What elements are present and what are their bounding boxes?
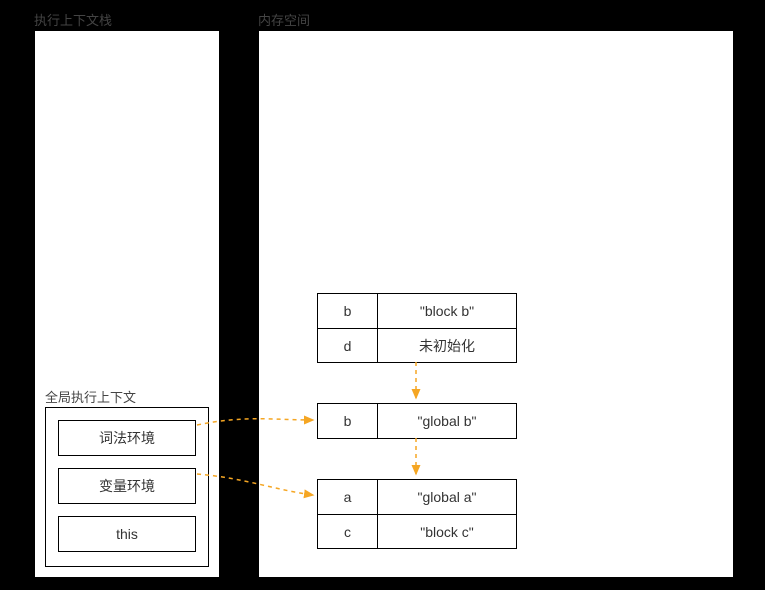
cell-value: "global a" bbox=[378, 480, 516, 514]
cell-key: c bbox=[318, 515, 378, 548]
variable-env-table: a"global a"c"block c" bbox=[317, 479, 517, 549]
lexical-env-slot: 词法环境 bbox=[58, 420, 196, 456]
table-row: b"global b" bbox=[318, 404, 516, 438]
cell-key: a bbox=[318, 480, 378, 514]
cell-value: "block b" bbox=[378, 294, 516, 328]
table-row: d未初始化 bbox=[318, 328, 516, 362]
cell-key: d bbox=[318, 329, 378, 362]
diagram-canvas: 执行上下文栈 全局执行上下文 词法环境 变量环境 this 内存空间 b"blo… bbox=[0, 0, 765, 590]
cell-key: b bbox=[318, 404, 378, 438]
stack-title: 执行上下文栈 bbox=[34, 10, 112, 29]
memory-title: 内存空间 bbox=[258, 10, 310, 29]
global-context-label: 全局执行上下文 bbox=[45, 387, 136, 406]
variable-env-slot: 变量环境 bbox=[58, 468, 196, 504]
block-scope-table: b"block b"d未初始化 bbox=[317, 293, 517, 363]
table-row: c"block c" bbox=[318, 514, 516, 548]
cell-value: "block c" bbox=[378, 515, 516, 548]
table-row: a"global a" bbox=[318, 480, 516, 514]
global-context-box: 词法环境 变量环境 this bbox=[45, 407, 209, 567]
cell-key: b bbox=[318, 294, 378, 328]
cell-value: "global b" bbox=[378, 404, 516, 438]
memory-panel: b"block b"d未初始化 b"global b" a"global a"c… bbox=[258, 30, 734, 578]
table-row: b"block b" bbox=[318, 294, 516, 328]
stack-panel: 全局执行上下文 词法环境 变量环境 this bbox=[34, 30, 220, 578]
cell-value: 未初始化 bbox=[378, 329, 516, 362]
lexical-env-table: b"global b" bbox=[317, 403, 517, 439]
this-slot: this bbox=[58, 516, 196, 552]
